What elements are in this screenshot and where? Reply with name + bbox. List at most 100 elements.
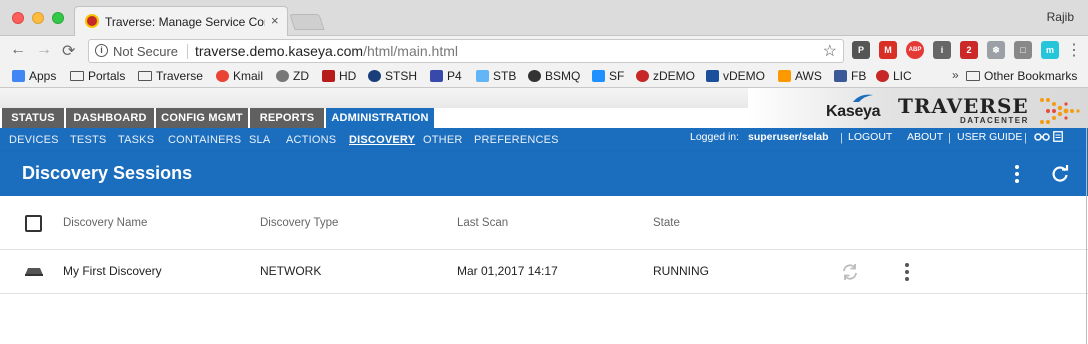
discovery-sessions-header: Discovery Sessions xyxy=(0,152,1088,196)
subtab-actions[interactable]: ACTIONS xyxy=(286,134,336,146)
pocket-icon[interactable]: P xyxy=(852,41,870,59)
facebook-icon xyxy=(834,70,847,82)
tab-reports[interactable]: REPORTS xyxy=(250,108,324,128)
lastpass-icon[interactable]: 2 xyxy=(960,41,978,59)
subtab-containers[interactable]: CONTAINERS xyxy=(168,134,241,146)
url-text[interactable]: traverse.demo.kaseya.com/html/main.html xyxy=(195,43,458,59)
tab-dashboard[interactable]: DASHBOARD xyxy=(66,108,154,128)
bookmark-label: AWS xyxy=(795,69,822,83)
more-options-icon[interactable] xyxy=(1014,165,1020,183)
subtab-sla[interactable]: SLA xyxy=(249,134,270,146)
bookmark-aws[interactable]: AWS xyxy=(778,69,822,83)
info-extension-icon[interactable]: i xyxy=(933,41,951,59)
subtab-devices[interactable]: DEVICES xyxy=(9,134,59,146)
logout-link[interactable]: LOGOUT xyxy=(848,131,892,143)
bookmark-hd[interactable]: HD xyxy=(322,69,356,83)
bookmark-zd[interactable]: ZD xyxy=(276,69,309,83)
window-extension-icon[interactable]: □ xyxy=(1014,41,1032,59)
subtab-other[interactable]: OTHER xyxy=(423,134,463,146)
tab-status[interactable]: STATUS xyxy=(2,108,64,128)
state: RUNNING xyxy=(653,264,709,278)
browser-tab-title: Traverse: Manage Service Con xyxy=(105,15,265,29)
info-icon[interactable]: i xyxy=(95,44,108,57)
page-title: Discovery Sessions xyxy=(22,163,193,183)
hd-icon xyxy=(322,70,335,82)
google-icon xyxy=(216,70,229,82)
column-header-state[interactable]: State xyxy=(653,217,680,229)
bookmark-kmail[interactable]: Kmail xyxy=(216,69,263,83)
logged-in-label: Logged in: xyxy=(690,131,740,143)
tab-config-mgmt[interactable]: CONFIG MGMT xyxy=(156,108,248,128)
page-edge xyxy=(1086,128,1087,344)
bookmark-portals[interactable]: Portals xyxy=(70,69,125,83)
gear-icon xyxy=(276,70,289,82)
bookmark-fb[interactable]: FB xyxy=(834,69,866,83)
m-extension-icon[interactable]: m xyxy=(1041,41,1059,59)
bookmark-star-icon[interactable]: ☆ xyxy=(823,41,837,61)
bookmark-stsh[interactable]: STSH xyxy=(368,69,417,83)
address-separator xyxy=(187,44,188,59)
sync-icon[interactable] xyxy=(840,262,860,282)
reload-icon[interactable]: ⟳ xyxy=(62,41,75,61)
column-header-last-scan[interactable]: Last Scan xyxy=(457,217,508,229)
bookmark-zdemo[interactable]: zDEMO xyxy=(636,69,695,83)
minimize-window-button[interactable] xyxy=(32,12,44,24)
discovery-type: NETWORK xyxy=(260,264,322,278)
bookmark-lic[interactable]: LIC xyxy=(876,69,912,83)
traverse-logo-icon xyxy=(876,70,889,82)
stb-icon xyxy=(476,70,489,82)
maximize-window-button[interactable] xyxy=(52,12,64,24)
snowflake-icon[interactable]: ❄ xyxy=(987,41,1005,59)
refresh-icon[interactable] xyxy=(1050,164,1070,184)
tab-close-icon[interactable]: × xyxy=(271,13,279,28)
column-header-type[interactable]: Discovery Type xyxy=(260,217,338,229)
bookmark-label: Apps xyxy=(29,69,57,83)
select-all-checkbox[interactable] xyxy=(25,215,42,232)
folder-icon xyxy=(138,71,152,81)
table-row[interactable]: My First Discovery NETWORK Mar 01,2017 1… xyxy=(0,250,1088,294)
nav-separator: | xyxy=(840,132,843,144)
forward-arrow-icon[interactable]: → xyxy=(36,41,52,59)
row-menu-icon[interactable] xyxy=(904,263,910,281)
bookmark-label: STSH xyxy=(385,69,418,83)
close-window-button[interactable] xyxy=(12,12,24,24)
bookmark-traverse[interactable]: Traverse xyxy=(138,69,203,83)
other-bookmarks[interactable]: Other Bookmarks xyxy=(966,69,1077,83)
profile-name[interactable]: Rajib xyxy=(1047,10,1074,24)
browser-tab-active[interactable]: Traverse: Manage Service Con × xyxy=(74,6,288,36)
bookmarks-overflow-icon[interactable]: » xyxy=(952,68,959,82)
bookmarks-bar: Apps Portals Traverse Kmail ZD HD STSH P4 STB BSM… xyxy=(0,66,1088,88)
bookmark-label: Kmail xyxy=(233,69,264,83)
address-bar[interactable]: i Not Secure traverse.demo.kaseya.com/ht… xyxy=(88,39,844,63)
datacenter-label: DATACENTER xyxy=(960,116,1029,125)
browser-menu-icon[interactable]: ⋮ xyxy=(1066,40,1082,60)
back-arrow-icon[interactable]: ← xyxy=(10,41,26,59)
traverse-favicon-icon xyxy=(85,14,99,28)
new-tab-button[interactable] xyxy=(289,14,325,30)
bookmark-vdemo[interactable]: vDEMO xyxy=(706,69,765,83)
about-link[interactable]: ABOUT xyxy=(907,131,943,143)
traverse-dots-logo-icon xyxy=(1040,98,1080,124)
url-host: traverse.demo.kaseya.com xyxy=(195,43,364,59)
gmail-icon[interactable]: M xyxy=(879,41,897,59)
adblock-icon[interactable]: ABP xyxy=(906,41,924,59)
document-icon[interactable] xyxy=(1053,131,1063,142)
browser-tab-strip: Traverse: Manage Service Con × Rajib xyxy=(0,0,1088,36)
user-guide-link[interactable]: USER GUIDE xyxy=(957,131,1022,143)
bookmark-stb[interactable]: STB xyxy=(476,69,516,83)
subtab-discovery[interactable]: DISCOVERY xyxy=(349,134,415,146)
column-header-name[interactable]: Discovery Name xyxy=(63,217,147,229)
subtab-tests[interactable]: TESTS xyxy=(70,134,106,146)
tab-administration[interactable]: ADMINISTRATION xyxy=(326,108,434,128)
salesforce-cloud-icon xyxy=(592,70,605,82)
traverse-logo: TRAVERSE xyxy=(898,94,1029,118)
folder-icon xyxy=(966,71,980,81)
subtab-preferences[interactable]: PREFERENCES xyxy=(474,134,559,146)
bookmark-sf[interactable]: SF xyxy=(592,69,624,83)
bookmark-p4[interactable]: P4 xyxy=(430,69,462,83)
discovery-name[interactable]: My First Discovery xyxy=(63,264,162,278)
bookmark-bsmq[interactable]: BSMQ xyxy=(528,69,580,83)
bookmark-apps[interactable]: Apps xyxy=(12,69,56,83)
subtab-tasks[interactable]: TASKS xyxy=(118,134,154,146)
key-icon[interactable] xyxy=(1034,132,1050,142)
